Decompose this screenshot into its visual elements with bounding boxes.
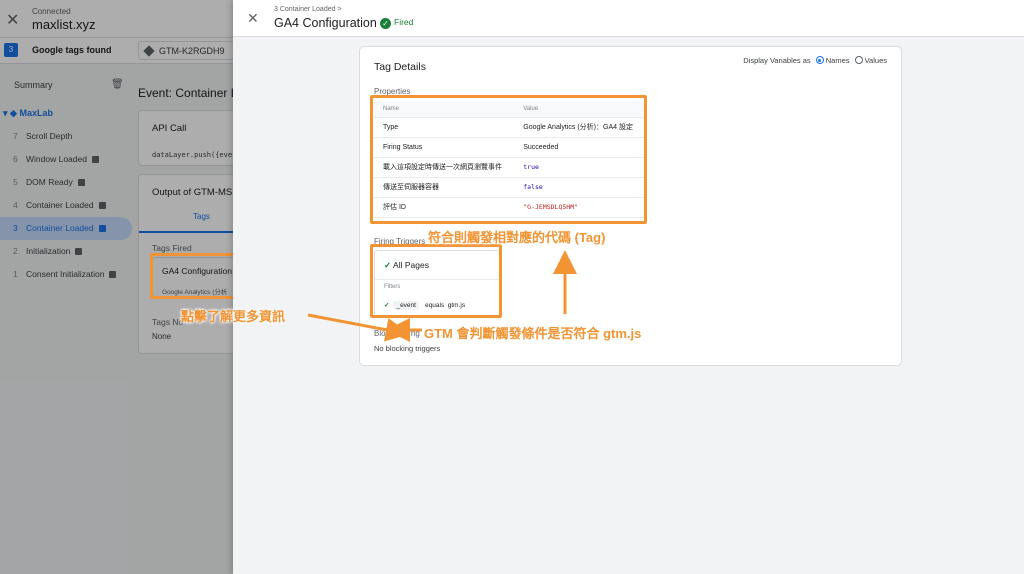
tag-details-title: Tag Details xyxy=(374,61,426,73)
fired-status: ✓ Fired xyxy=(380,17,413,29)
radio-names-label[interactable]: Names xyxy=(826,56,850,65)
close-panel-icon[interactable]: ✕ xyxy=(247,10,259,27)
radio-values-label[interactable]: Values xyxy=(865,56,887,65)
fired-status-label: Fired xyxy=(394,17,414,27)
display-variables-toggle: Display Variables as Names Values xyxy=(743,56,887,65)
properties-highlight xyxy=(370,95,647,224)
blocking-triggers-none: No blocking triggers xyxy=(374,344,441,353)
radio-names[interactable] xyxy=(815,56,824,64)
radio-values[interactable] xyxy=(854,56,863,64)
annotation-fire-tag: 符合則觸發相對應的代碼 (Tag) xyxy=(428,230,606,245)
annotation-gtm-check: GTM 會判斷觸發條件是否符合 gtm.js xyxy=(424,326,642,341)
annotation-click-more: 點擊了解更多資訊 xyxy=(181,309,286,324)
blocking-triggers-heading: Blocking Trig xyxy=(374,329,420,338)
panel-title: GA4 Configuration xyxy=(274,16,377,30)
check-circle-icon: ✓ xyxy=(380,18,391,29)
trigger-highlight xyxy=(370,244,502,318)
tag-details-card: Tag Details Display Variables as Names V… xyxy=(359,46,902,366)
display-variables-label: Display Variables as xyxy=(743,56,811,65)
tag-detail-panel: ✕ 3 Container Loaded > GA4 Configuration… xyxy=(233,0,1024,574)
tag-card-highlight xyxy=(150,253,236,299)
panel-header: ✕ 3 Container Loaded > GA4 Configuration… xyxy=(233,0,1024,37)
breadcrumb[interactable]: 3 Container Loaded > xyxy=(274,6,342,13)
